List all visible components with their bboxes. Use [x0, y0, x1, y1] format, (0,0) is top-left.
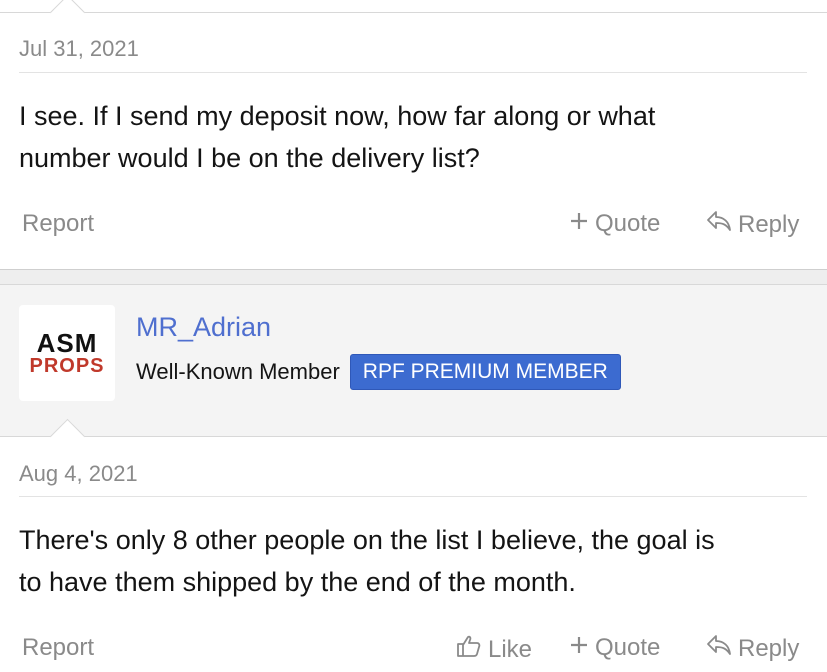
- post1-date-divider: [19, 72, 807, 73]
- post2-date-divider: [19, 496, 807, 497]
- post-separator: [0, 270, 827, 284]
- reply-icon: [706, 634, 732, 663]
- post1-top-border: [0, 12, 827, 13]
- avatar[interactable]: ASM PROPS: [19, 305, 115, 401]
- avatar-logo-bottom: PROPS: [29, 355, 105, 377]
- thumbs-up-icon: [456, 634, 482, 665]
- post2-reply-button[interactable]: Reply: [706, 634, 799, 663]
- plus-icon: [569, 634, 589, 662]
- report-label: Report: [22, 634, 95, 661]
- quote-label: Quote: [595, 634, 661, 661]
- post1-report-link[interactable]: Report: [22, 210, 94, 238]
- post2-header-border: [0, 436, 827, 437]
- post1-pointer-notch: [49, 0, 86, 31]
- post2-date[interactable]: Aug 4, 2021: [19, 461, 138, 487]
- post1-reply-button[interactable]: Reply: [706, 210, 799, 239]
- username-link[interactable]: MR_Adrian: [136, 312, 271, 343]
- post2-message-line: to have them shipped by the end of the m…: [19, 567, 576, 597]
- avatar-logo-top: ASM: [36, 328, 98, 358]
- post2-report-link[interactable]: Report: [22, 634, 94, 662]
- post1-message-line: number would I be on the delivery list?: [19, 143, 480, 173]
- user-title: Well-Known Member: [136, 359, 340, 384]
- like-label: Like: [488, 635, 533, 663]
- post2-message-line: There's only 8 other people on the list …: [19, 525, 715, 555]
- reply-label: Reply: [738, 210, 800, 238]
- post1-quote-button[interactable]: Quote: [569, 210, 660, 238]
- report-label: Report: [22, 210, 95, 237]
- user-title-row: Well-Known Member RPF PREMIUM MEMBER: [136, 354, 621, 390]
- plus-icon: [569, 210, 589, 238]
- post2-message: There's only 8 other people on the list …: [19, 519, 819, 603]
- post1-message: I see. If I send my deposit now, how far…: [19, 95, 809, 179]
- reply-icon: [706, 210, 732, 239]
- reply-label: Reply: [738, 634, 800, 662]
- post1-message-line: I see. If I send my deposit now, how far…: [19, 101, 656, 131]
- premium-member-badge: RPF PREMIUM MEMBER: [349, 354, 621, 390]
- post2-like-button[interactable]: Like: [456, 634, 532, 665]
- post2-quote-button[interactable]: Quote: [569, 634, 660, 662]
- post1-date[interactable]: Jul 31, 2021: [19, 36, 139, 62]
- quote-label: Quote: [595, 210, 661, 237]
